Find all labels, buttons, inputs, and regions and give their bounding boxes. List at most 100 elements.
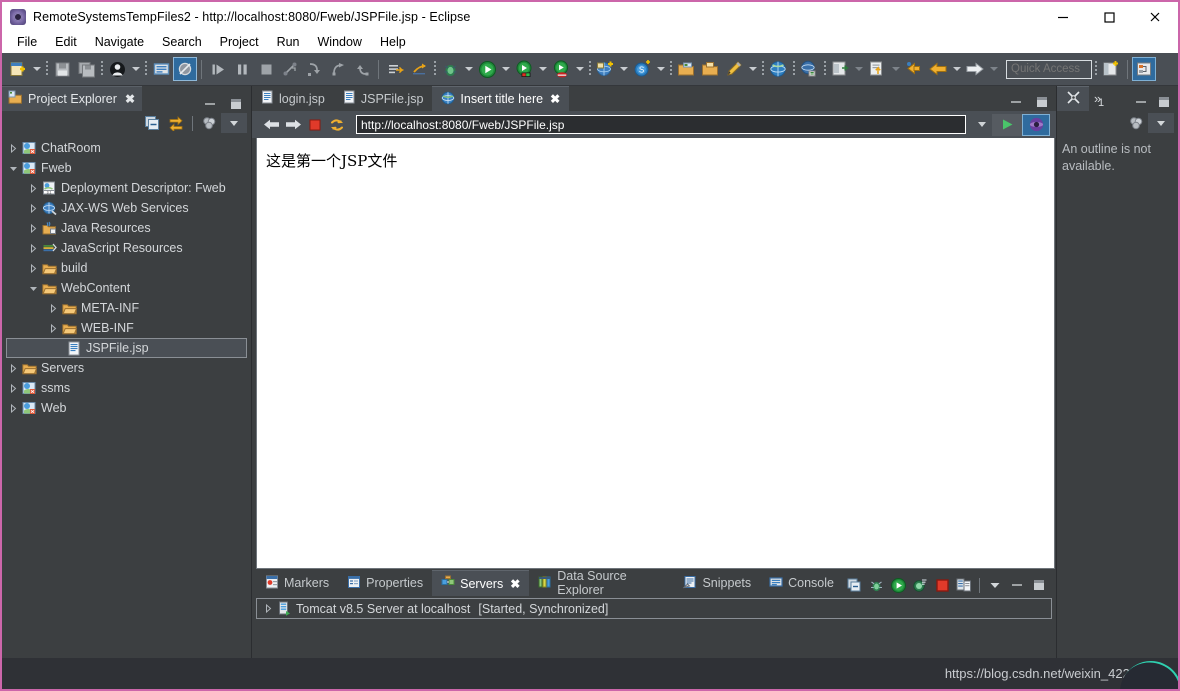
tree-item-chatroom[interactable]: ChatRoom: [2, 138, 251, 158]
maximize-view-icon[interactable]: [1158, 96, 1170, 111]
next-annotation-icon[interactable]: [865, 57, 889, 81]
stop-icon[interactable]: [304, 114, 326, 136]
stop-server-icon[interactable]: [931, 574, 953, 596]
forward-icon[interactable]: [963, 57, 987, 81]
tree-item-meta-inf[interactable]: META-INF: [2, 298, 251, 318]
save-icon[interactable]: [50, 57, 74, 81]
close-icon[interactable]: ✖: [510, 577, 520, 591]
forward-arrow-icon[interactable]: [282, 114, 304, 136]
disconnect-icon[interactable]: [278, 57, 302, 81]
collapse-all-icon[interactable]: [140, 113, 164, 133]
editor-tab-login-jsp[interactable]: login.jsp: [252, 86, 334, 111]
menu-project[interactable]: Project: [211, 33, 268, 51]
close-icon[interactable]: ✖: [125, 92, 135, 106]
tree-item-servers[interactable]: Servers: [2, 358, 251, 378]
chevron-down-icon[interactable]: [6, 161, 20, 175]
editor-tab-jspfile-jsp[interactable]: JSPFile.jsp: [333, 86, 433, 111]
close-icon[interactable]: ✖: [550, 92, 560, 106]
chevron-right-icon[interactable]: [6, 381, 20, 395]
menu-file[interactable]: File: [8, 33, 46, 51]
chevron-down-icon[interactable]: [972, 116, 992, 133]
run-server-dropdown[interactable]: [536, 57, 549, 81]
minimize-view-icon[interactable]: [203, 97, 217, 111]
run-server-icon[interactable]: [512, 57, 536, 81]
tab-overflow-indicator[interactable]: » 1: [1089, 86, 1106, 111]
publish-icon[interactable]: [407, 57, 431, 81]
chevron-right-icon[interactable]: [261, 602, 275, 616]
search-dropdown[interactable]: [654, 57, 667, 81]
view-menu-filter-icon[interactable]: [197, 113, 221, 133]
project-tree[interactable]: ChatRoom Fweb 3.1 Deployment Descriptor:…: [2, 135, 251, 658]
open-perspective-button[interactable]: [1099, 57, 1123, 81]
run-coverage-icon[interactable]: [549, 57, 573, 81]
minimize-view-icon[interactable]: [1135, 96, 1147, 111]
profile-server-icon[interactable]: [909, 574, 931, 596]
back-icon[interactable]: [926, 57, 950, 81]
maximize-view-icon[interactable]: [229, 97, 243, 111]
tab-console[interactable]: Console: [760, 570, 843, 596]
menu-navigate[interactable]: Navigate: [86, 33, 153, 51]
debug-server-icon[interactable]: [865, 574, 887, 596]
url-bar[interactable]: [356, 115, 966, 134]
start-server-icon[interactable]: [887, 574, 909, 596]
menu-edit[interactable]: Edit: [46, 33, 86, 51]
tree-item-webcontent[interactable]: WebContent: [2, 278, 251, 298]
tree-item-javascript-resources[interactable]: JavaScript Resources: [2, 238, 251, 258]
url-input[interactable]: [357, 117, 965, 132]
back-dropdown[interactable]: [950, 57, 963, 81]
close-icon[interactable]: [1132, 2, 1178, 31]
go-play-icon[interactable]: [992, 113, 1022, 136]
open-folder-icon[interactable]: [698, 57, 722, 81]
tree-item-web-inf[interactable]: WEB-INF: [2, 318, 251, 338]
chevron-right-icon[interactable]: [26, 201, 40, 215]
tree-item-java-resources[interactable]: Java Resources: [2, 218, 251, 238]
chevron-right-icon[interactable]: [26, 221, 40, 235]
new-wizard-dropdown[interactable]: [30, 57, 43, 81]
tab-project-explorer[interactable]: Project Explorer ✖: [2, 86, 142, 111]
tree-item-build[interactable]: build: [2, 258, 251, 278]
maximize-view-icon[interactable]: [1028, 574, 1050, 596]
run-icon[interactable]: [475, 57, 499, 81]
publish-server-icon[interactable]: [953, 574, 975, 596]
back-arrow-icon[interactable]: [260, 114, 282, 136]
chevron-right-icon[interactable]: [6, 401, 20, 415]
tree-item-jaxws[interactable]: JAX-WS Web Services: [2, 198, 251, 218]
chevron-right-icon[interactable]: [46, 321, 60, 335]
debug-dropdown[interactable]: [462, 57, 475, 81]
tab-snippets[interactable]: Snippets: [674, 570, 760, 596]
user-profile-dropdown[interactable]: [129, 57, 142, 81]
run-dropdown[interactable]: [499, 57, 512, 81]
build-all-icon[interactable]: [383, 57, 407, 81]
edit-dropdown[interactable]: [746, 57, 759, 81]
edit-icon[interactable]: [722, 57, 746, 81]
quick-access-input[interactable]: [1006, 59, 1092, 79]
view-menu-icon[interactable]: [221, 113, 247, 133]
tab-properties[interactable]: Properties: [338, 570, 432, 596]
view-menu-filter-icon[interactable]: [1124, 113, 1148, 133]
open-perspective-dropdown[interactable]: [852, 57, 865, 81]
chevron-right-icon[interactable]: [6, 141, 20, 155]
chevron-right-icon[interactable]: [26, 241, 40, 255]
new-web-project-icon[interactable]: [593, 57, 617, 81]
open-perspective-icon[interactable]: [828, 57, 852, 81]
browser-content[interactable]: 这是第一个JSP文件: [256, 138, 1055, 569]
minimize-icon[interactable]: [1040, 2, 1086, 31]
forward-dropdown[interactable]: [987, 57, 1000, 81]
chevron-right-icon[interactable]: [6, 361, 20, 375]
web-browser-alt-icon[interactable]: [797, 57, 821, 81]
link-with-editor-icon[interactable]: [164, 113, 188, 133]
maximize-icon[interactable]: [1086, 2, 1132, 31]
tree-item-jspfile[interactable]: JSPFile.jsp: [6, 338, 247, 358]
run-coverage-dropdown[interactable]: [573, 57, 586, 81]
step-over-icon[interactable]: [326, 57, 350, 81]
refresh-icon[interactable]: [326, 114, 348, 136]
tab-outline[interactable]: [1057, 86, 1089, 111]
menu-search[interactable]: Search: [153, 33, 211, 51]
step-return-icon[interactable]: [350, 57, 374, 81]
open-external-browser-icon[interactable]: [1022, 113, 1050, 136]
tab-data-source-explorer[interactable]: Data Source Explorer: [529, 569, 674, 597]
tab-markers[interactable]: Markers: [256, 570, 338, 596]
minimize-view-icon[interactable]: [1006, 574, 1028, 596]
web-browser-icon[interactable]: [766, 57, 790, 81]
java-ee-perspective-button[interactable]: [1132, 57, 1156, 81]
